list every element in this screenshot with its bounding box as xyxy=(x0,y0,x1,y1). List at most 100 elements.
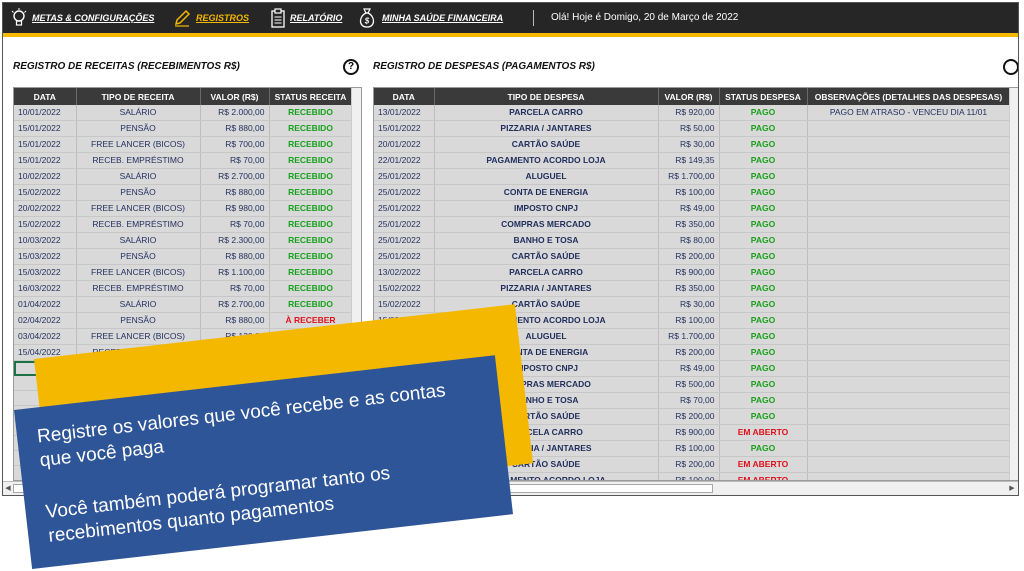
income-value-cell[interactable]: R$ 880,00 xyxy=(200,248,270,265)
expense-notes-cell[interactable] xyxy=(807,136,1011,153)
income-type-cell[interactable]: SALÁRIO xyxy=(76,232,201,249)
expense-status-cell[interactable]: PAGO xyxy=(719,232,808,249)
income-value-cell[interactable]: R$ 70,00 xyxy=(200,216,270,233)
expense-value-cell[interactable]: R$ 70,00 xyxy=(658,392,720,409)
expense-value-cell[interactable]: R$ 200,00 xyxy=(658,456,720,473)
income-value-cell[interactable]: R$ 880,00 xyxy=(200,312,270,329)
income-status-cell[interactable]: RECEBIDO xyxy=(269,296,353,313)
expense-row[interactable]: 25/01/2022 CARTÃO SAÚDE R$ 200,00 PAGO xyxy=(374,248,1011,265)
income-type-cell[interactable]: RECEB. EMPRÉSTIMO xyxy=(76,280,201,297)
expense-status-cell[interactable]: PAGO xyxy=(719,136,808,153)
expense-type-cell[interactable]: PIZZARIA / JANTARES xyxy=(434,280,659,297)
expense-status-cell[interactable]: PAGO xyxy=(719,360,808,377)
income-column-header[interactable]: STATUS RECEITA xyxy=(269,88,353,105)
expense-status-cell[interactable]: PAGO xyxy=(719,392,808,409)
income-row[interactable]: 15/03/2022 PENSÃO R$ 880,00 RECEBIDO xyxy=(14,248,353,265)
expense-type-cell[interactable]: PAGAMENTO ACORDO LOJA xyxy=(434,152,659,169)
expense-status-cell[interactable]: PAGO xyxy=(719,280,808,297)
expense-value-cell[interactable]: R$ 900,00 xyxy=(658,424,720,441)
expense-notes-cell[interactable] xyxy=(807,264,1011,281)
income-date-cell[interactable]: 15/02/2022 xyxy=(14,216,77,233)
expense-status-cell[interactable]: PAGO xyxy=(719,408,808,425)
income-status-cell[interactable]: RECEBIDO xyxy=(269,248,353,265)
expense-date-cell[interactable]: 20/01/2022 xyxy=(374,136,435,153)
expense-column-header[interactable]: DATA xyxy=(374,88,435,105)
income-date-cell[interactable]: 03/04/2022 xyxy=(14,328,77,345)
income-type-cell[interactable]: SALÁRIO xyxy=(76,296,201,313)
income-status-cell[interactable]: RECEBIDO xyxy=(269,168,353,185)
income-status-cell[interactable]: RECEBIDO xyxy=(269,136,353,153)
expense-notes-cell[interactable] xyxy=(807,360,1011,377)
expense-notes-cell[interactable] xyxy=(807,296,1011,313)
income-row[interactable]: 15/03/2022 FREE LANCER (BICOS) R$ 1.100,00… xyxy=(14,264,353,281)
nav-registros[interactable]: REGISTROS xyxy=(173,3,249,33)
income-column-header[interactable]: VALOR (R$) xyxy=(200,88,270,105)
expense-status-cell[interactable]: PAGO xyxy=(719,440,808,457)
expense-value-cell[interactable]: R$ 200,00 xyxy=(658,248,720,265)
expense-date-cell[interactable]: 15/02/2022 xyxy=(374,280,435,297)
income-type-cell[interactable]: RECEB. EMPRÉSTIMO xyxy=(76,216,201,233)
expense-type-cell[interactable]: COMPRAS MERCADO xyxy=(434,216,659,233)
expense-notes-cell[interactable] xyxy=(807,120,1011,137)
income-date-cell[interactable]: 15/01/2022 xyxy=(14,152,77,169)
expense-value-cell[interactable]: R$ 149,35 xyxy=(658,152,720,169)
income-row[interactable]: 15/02/2022 RECEB. EMPRÉSTIMO R$ 70,00 RECEB… xyxy=(14,216,353,233)
expense-date-cell[interactable]: 25/01/2022 xyxy=(374,200,435,217)
income-status-cell[interactable]: RECEBIDO xyxy=(269,216,353,233)
expense-value-cell[interactable]: R$ 100,00 xyxy=(658,312,720,329)
income-row[interactable]: 20/02/2022 FREE LANCER (BICOS) R$ 980,00 RE… xyxy=(14,200,353,217)
expense-status-cell[interactable]: PAGO xyxy=(719,264,808,281)
income-status-cell[interactable]: RECEBIDO xyxy=(269,120,353,137)
income-row[interactable]: 10/01/2022 SALÁRIO R$ 2.000,00 RECEBIDO xyxy=(14,105,353,121)
expense-date-cell[interactable]: 22/01/2022 xyxy=(374,152,435,169)
expense-value-cell[interactable]: R$ 200,00 xyxy=(658,408,720,425)
expense-date-cell[interactable]: 25/01/2022 xyxy=(374,232,435,249)
expense-type-cell[interactable]: PARCELA CARRO xyxy=(434,264,659,281)
expense-column-header[interactable]: OBSERVAÇÕES (DETALHES DAS DESPESAS) xyxy=(807,88,1011,105)
expense-vertical-scrollbar[interactable] xyxy=(1009,88,1018,480)
income-row[interactable]: 16/03/2022 RECEB. EMPRÉSTIMO R$ 70,00 RECEB… xyxy=(14,280,353,297)
expense-date-cell[interactable]: 15/02/2022 xyxy=(374,296,435,313)
expense-type-cell[interactable]: BANHO E TOSA xyxy=(434,232,659,249)
expense-row[interactable]: 22/01/2022 PAGAMENTO ACORDO LOJA R$ 149,35… xyxy=(374,152,1011,169)
income-type-cell[interactable]: SALÁRIO xyxy=(76,105,201,121)
expense-date-cell[interactable]: 25/01/2022 xyxy=(374,184,435,201)
expense-value-cell[interactable]: R$ 1.700,00 xyxy=(658,168,720,185)
expense-type-cell[interactable]: PIZZARIA / JANTARES xyxy=(434,120,659,137)
expense-value-cell[interactable]: R$ 100,00 xyxy=(658,184,720,201)
expense-type-cell[interactable]: PARCELA CARRO xyxy=(434,105,659,121)
expense-notes-cell[interactable] xyxy=(807,472,1011,480)
income-type-cell[interactable]: PENSÃO xyxy=(76,248,201,265)
expense-value-cell[interactable]: R$ 100,00 xyxy=(658,440,720,457)
expense-row[interactable]: 13/02/2022 PARCELA CARRO R$ 900,00 PAGO xyxy=(374,264,1011,281)
expense-notes-cell[interactable] xyxy=(807,168,1011,185)
expense-status-cell[interactable]: PAGO xyxy=(719,296,808,313)
income-row[interactable]: 01/04/2022 SALÁRIO R$ 2.700,00 RECEBIDO xyxy=(14,296,353,313)
expense-status-cell[interactable]: EM ABERTO xyxy=(719,456,808,473)
nav-relatorio[interactable]: RELATÓRIO xyxy=(271,3,342,33)
expense-row[interactable]: 25/01/2022 BANHO E TOSA R$ 80,00 PAGO xyxy=(374,232,1011,249)
income-status-cell[interactable]: RECEBIDO xyxy=(269,200,353,217)
expense-notes-cell[interactable] xyxy=(807,200,1011,217)
expense-status-cell[interactable]: PAGO xyxy=(719,376,808,393)
expense-row[interactable]: 15/02/2022 PIZZARIA / JANTARES R$ 350,00 PA… xyxy=(374,280,1011,297)
expense-value-cell[interactable]: R$ 900,00 xyxy=(658,264,720,281)
income-value-cell[interactable]: R$ 2.000,00 xyxy=(200,105,270,121)
income-row[interactable]: 15/01/2022 RECEB. EMPRÉSTIMO R$ 70,00 RECEB… xyxy=(14,152,353,169)
expense-date-cell[interactable]: 15/01/2022 xyxy=(374,120,435,137)
expense-type-cell[interactable]: CARTÃO SAÚDE xyxy=(434,248,659,265)
income-value-cell[interactable]: R$ 70,00 xyxy=(200,152,270,169)
expense-notes-cell[interactable] xyxy=(807,280,1011,297)
income-column-header[interactable]: DATA xyxy=(14,88,77,105)
expense-row[interactable]: 25/01/2022 COMPRAS MERCADO R$ 350,00 PAGO xyxy=(374,216,1011,233)
income-value-cell[interactable]: R$ 880,00 xyxy=(200,120,270,137)
expense-column-header[interactable]: STATUS DESPESA xyxy=(719,88,808,105)
expense-status-cell[interactable]: PAGO xyxy=(719,105,808,121)
expense-type-cell[interactable]: IMPOSTO CNPJ xyxy=(434,200,659,217)
income-row[interactable]: 02/04/2022 PENSÃO R$ 880,00 À RECEBER xyxy=(14,312,353,329)
income-status-cell[interactable]: RECEBIDO xyxy=(269,184,353,201)
income-column-header[interactable]: TIPO DE RECEITA xyxy=(76,88,201,105)
expense-column-header[interactable]: TIPO DE DESPESA xyxy=(434,88,659,105)
income-value-cell[interactable]: R$ 880,00 xyxy=(200,184,270,201)
expense-status-cell[interactable]: PAGO xyxy=(719,120,808,137)
